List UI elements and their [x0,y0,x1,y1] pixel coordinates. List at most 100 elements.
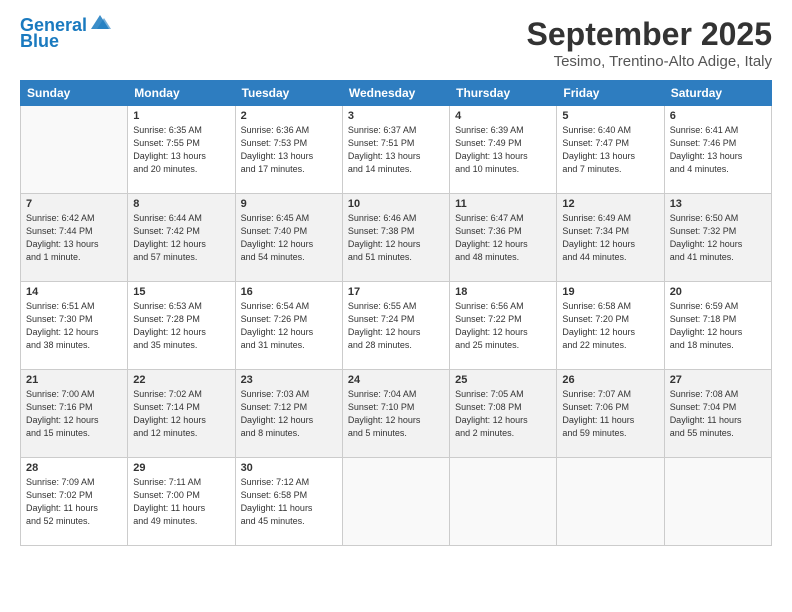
table-row: 14Sunrise: 6:51 AMSunset: 7:30 PMDayligh… [21,282,128,370]
day-number: 15 [133,286,229,298]
day-info: Sunrise: 6:36 AMSunset: 7:53 PMDaylight:… [241,124,337,176]
table-row: 16 Sunrise: 6:54 AMSunset: 7:26 PMDayligh… [235,282,342,370]
day-number: 7 [26,198,122,210]
day-info: Sunrise: 6:45 AMSunset: 7:40 PMDaylight:… [241,212,337,264]
day-number: 12 [562,198,658,210]
table-row: 10 Sunrise: 6:46 AMSunset: 7:38 PMDayligh… [342,194,449,282]
day-number: 22 [133,374,229,386]
day-number: 10 [348,198,444,210]
col-monday: Monday [128,81,235,106]
day-number: 23 [241,374,337,386]
week-row-0: 1 Sunrise: 6:35 AMSunset: 7:55 PMDaylight… [21,106,772,194]
table-row: 19 Sunrise: 6:58 AMSunset: 7:20 PMDayligh… [557,282,664,370]
table-row: 1 Sunrise: 6:35 AMSunset: 7:55 PMDaylight… [128,106,235,194]
day-number: 30 [241,462,337,474]
day-info: Sunrise: 7:00 AMSunset: 7:16 PMDaylight:… [26,388,122,440]
table-row [21,106,128,194]
day-number: 8 [133,198,229,210]
day-info: Sunrise: 6:49 AMSunset: 7:34 PMDaylight:… [562,212,658,264]
table-row: 27 Sunrise: 7:08 AMSunset: 7:04 PMDayligh… [664,370,771,458]
day-number: 21 [26,374,122,386]
day-number: 26 [562,374,658,386]
table-row [664,458,771,546]
day-info: Sunrise: 6:40 AMSunset: 7:47 PMDaylight:… [562,124,658,176]
day-info: Sunrise: 7:07 AMSunset: 7:06 PMDaylight:… [562,388,658,440]
day-info: Sunrise: 7:12 AMSunset: 6:58 PMDaylight:… [241,476,337,528]
day-number: 2 [241,110,337,122]
day-number: 20 [670,286,766,298]
table-row: 18 Sunrise: 6:56 AMSunset: 7:22 PMDayligh… [450,282,557,370]
day-number: 16 [241,286,337,298]
table-row [450,458,557,546]
table-row [342,458,449,546]
table-row: 3 Sunrise: 6:37 AMSunset: 7:51 PMDaylight… [342,106,449,194]
table-row: 28 Sunrise: 7:09 AMSunset: 7:02 PMDayligh… [21,458,128,546]
title-area: September 2025 Tesimo, Trentino-Alto Adi… [527,16,772,70]
col-tuesday: Tuesday [235,81,342,106]
table-row: 24Sunrise: 7:04 AMSunset: 7:10 PMDayligh… [342,370,449,458]
day-info: Sunrise: 7:11 AMSunset: 7:00 PMDaylight:… [133,476,229,528]
table-row: 9 Sunrise: 6:45 AMSunset: 7:40 PMDaylight… [235,194,342,282]
table-row: 2 Sunrise: 6:36 AMSunset: 7:53 PMDaylight… [235,106,342,194]
header-row: Sunday Monday Tuesday Wednesday Thursday… [21,81,772,106]
day-info: Sunrise: 6:42 AMSunset: 7:44 PMDaylight:… [26,212,122,264]
day-info: Sunrise: 6:59 AMSunset: 7:18 PMDaylight:… [670,300,766,352]
day-number: 11 [455,198,551,210]
day-number: 1 [133,110,229,122]
day-number: 9 [241,198,337,210]
day-info: Sunrise: 7:04 AMSunset: 7:10 PMDaylight:… [348,388,444,440]
day-info: Sunrise: 6:35 AMSunset: 7:55 PMDaylight:… [133,124,229,176]
table-row: 29 Sunrise: 7:11 AMSunset: 7:00 PMDayligh… [128,458,235,546]
week-row-1: 7 Sunrise: 6:42 AMSunset: 7:44 PMDaylight… [21,194,772,282]
header: General Blue September 2025 Tesimo, Tren… [20,16,772,70]
day-info: Sunrise: 6:46 AMSunset: 7:38 PMDaylight:… [348,212,444,264]
col-thursday: Thursday [450,81,557,106]
day-number: 28 [26,462,122,474]
day-number: 4 [455,110,551,122]
week-row-2: 14Sunrise: 6:51 AMSunset: 7:30 PMDayligh… [21,282,772,370]
day-number: 5 [562,110,658,122]
day-number: 19 [562,286,658,298]
table-row: 12 Sunrise: 6:49 AMSunset: 7:34 PMDayligh… [557,194,664,282]
day-info: Sunrise: 7:05 AMSunset: 7:08 PMDaylight:… [455,388,551,440]
table-row: 5 Sunrise: 6:40 AMSunset: 7:47 PMDaylight… [557,106,664,194]
week-row-3: 21 Sunrise: 7:00 AMSunset: 7:16 PMDayligh… [21,370,772,458]
day-info: Sunrise: 6:55 AMSunset: 7:24 PMDaylight:… [348,300,444,352]
day-number: 3 [348,110,444,122]
logo: General Blue [20,16,111,52]
day-info: Sunrise: 6:44 AMSunset: 7:42 PMDaylight:… [133,212,229,264]
day-info: Sunrise: 7:09 AMSunset: 7:02 PMDaylight:… [26,476,122,528]
day-info: Sunrise: 6:58 AMSunset: 7:20 PMDaylight:… [562,300,658,352]
day-info: Sunrise: 7:08 AMSunset: 7:04 PMDaylight:… [670,388,766,440]
table-row: 20 Sunrise: 6:59 AMSunset: 7:18 PMDayligh… [664,282,771,370]
col-friday: Friday [557,81,664,106]
table-row: 21 Sunrise: 7:00 AMSunset: 7:16 PMDayligh… [21,370,128,458]
day-number: 29 [133,462,229,474]
day-number: 18 [455,286,551,298]
day-info: Sunrise: 7:03 AMSunset: 7:12 PMDaylight:… [241,388,337,440]
logo-icon [89,13,111,31]
day-number: 25 [455,374,551,386]
table-row: 26 Sunrise: 7:07 AMSunset: 7:06 PMDayligh… [557,370,664,458]
day-info: Sunrise: 6:50 AMSunset: 7:32 PMDaylight:… [670,212,766,264]
table-row: 11 Sunrise: 6:47 AMSunset: 7:36 PMDayligh… [450,194,557,282]
table-row: 8 Sunrise: 6:44 AMSunset: 7:42 PMDaylight… [128,194,235,282]
month-title: September 2025 [527,16,772,53]
day-info: Sunrise: 6:54 AMSunset: 7:26 PMDaylight:… [241,300,337,352]
day-number: 17 [348,286,444,298]
col-sunday: Sunday [21,81,128,106]
calendar-table: Sunday Monday Tuesday Wednesday Thursday… [20,80,772,546]
day-number: 6 [670,110,766,122]
table-row: 17 Sunrise: 6:55 AMSunset: 7:24 PMDayligh… [342,282,449,370]
day-info: Sunrise: 6:37 AMSunset: 7:51 PMDaylight:… [348,124,444,176]
table-row: 4 Sunrise: 6:39 AMSunset: 7:49 PMDaylight… [450,106,557,194]
day-number: 27 [670,374,766,386]
day-info: Sunrise: 6:51 AMSunset: 7:30 PMDaylight:… [26,300,122,352]
day-info: Sunrise: 6:39 AMSunset: 7:49 PMDaylight:… [455,124,551,176]
page: General Blue September 2025 Tesimo, Tren… [0,0,792,612]
day-info: Sunrise: 6:47 AMSunset: 7:36 PMDaylight:… [455,212,551,264]
day-info: Sunrise: 7:02 AMSunset: 7:14 PMDaylight:… [133,388,229,440]
table-row [557,458,664,546]
day-info: Sunrise: 6:56 AMSunset: 7:22 PMDaylight:… [455,300,551,352]
col-wednesday: Wednesday [342,81,449,106]
